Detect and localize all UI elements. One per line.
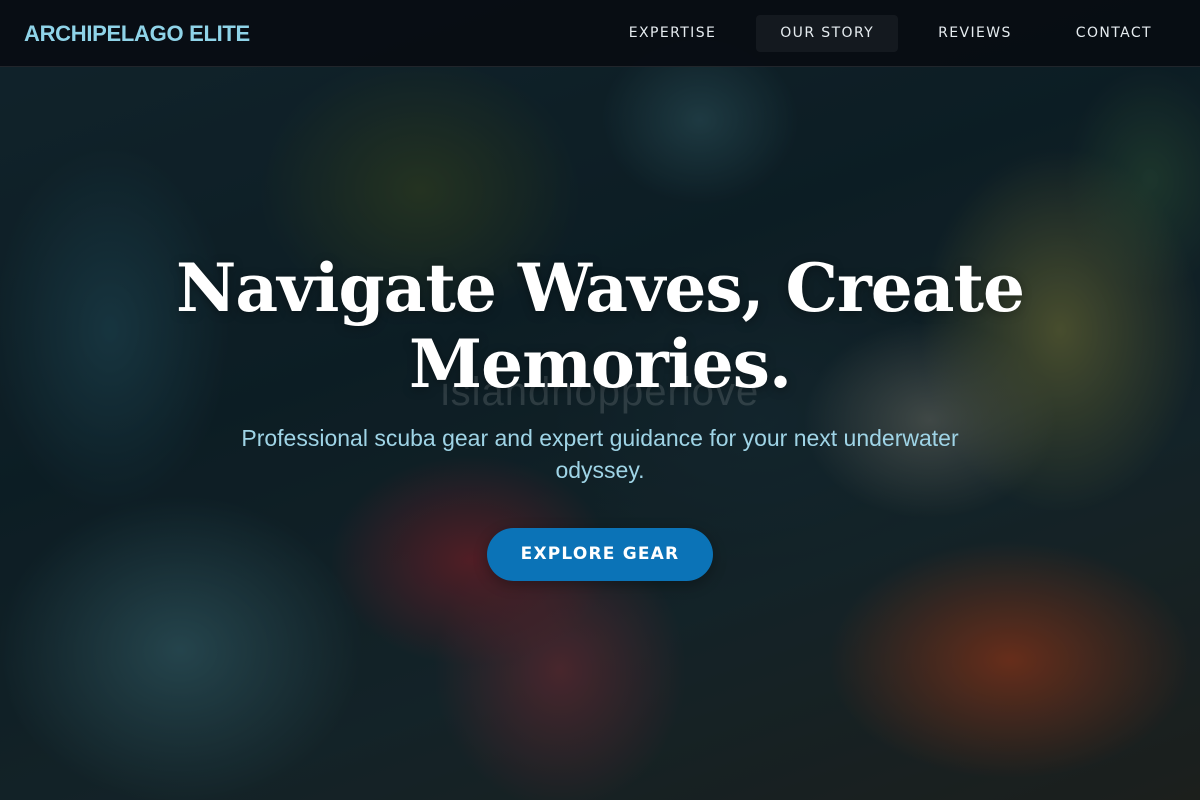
nav-link-reviews[interactable]: REVIEWS — [914, 15, 1036, 52]
hero-title: Navigate Waves, Create Memories. — [175, 249, 1025, 403]
nav-link-contact[interactable]: CONTACT — [1052, 15, 1176, 52]
hero-subtitle: Professional scuba gear and expert guida… — [241, 425, 959, 483]
nav-link-our-story[interactable]: OUR STORY — [756, 15, 899, 52]
explore-gear-button[interactable]: EXPLORE GEAR — [487, 528, 713, 581]
nav-link-expertise[interactable]: EXPERTISE — [605, 15, 740, 52]
nav-links: EXPERTISE OUR STORY REVIEWS CONTACT — [605, 15, 1176, 52]
top-navigation-bar: ARCHIPELAGO ELITE EXPERTISE OUR STORY RE… — [0, 0, 1200, 67]
brand-logo[interactable]: ARCHIPELAGO ELITE — [24, 0, 250, 67]
landing-page: ARCHIPELAGO ELITE EXPERTISE OUR STORY RE… — [0, 0, 1200, 800]
hero-section: Navigate Waves, Create Memories. Profess… — [0, 250, 1200, 581]
